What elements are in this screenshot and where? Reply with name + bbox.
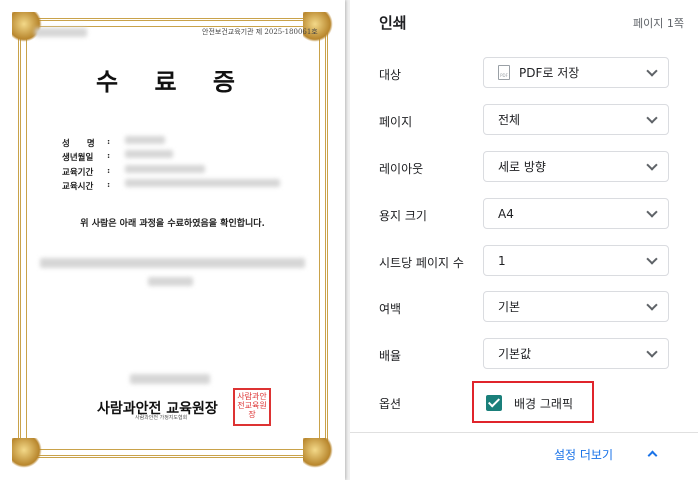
corner-ornament [12, 12, 42, 42]
chevron-down-icon [646, 299, 658, 311]
margins-label: 여백 [379, 302, 402, 316]
background-graphics-label[interactable]: 배경 그래픽 [514, 395, 573, 412]
corner-ornament [303, 438, 333, 468]
scale-value: 기본값 [498, 347, 532, 361]
chevron-down-icon [646, 253, 658, 265]
chevron-down-icon [646, 159, 658, 171]
certificate-statement: 위 사람은 아래 과정을 수료하였음을 확인합니다. [80, 219, 265, 229]
destination-value: PDF로 저장 [519, 66, 580, 80]
page-count: 페이지 1쪽 [633, 17, 684, 30]
pages-per-sheet-value: 1 [498, 253, 506, 268]
field-name: 성 명: [62, 137, 111, 149]
chevron-down-icon [646, 112, 658, 124]
scale-label: 배율 [379, 349, 402, 363]
margins-select[interactable]: 기본 [483, 291, 669, 322]
scale-select[interactable]: 기본값 [483, 338, 669, 369]
redacted-text [35, 28, 87, 37]
chevron-down-icon [646, 65, 658, 77]
chevron-down-icon [646, 346, 658, 358]
certificate-title: 수 료 증 [96, 67, 249, 96]
layout-select[interactable]: 세로 방향 [483, 151, 669, 182]
pages-value: 전체 [498, 113, 521, 127]
field-label: 생년월일 [62, 153, 94, 163]
field-period: 교육기간: [62, 166, 111, 178]
print-settings-panel: 인쇄 페이지 1쪽 대상 PDF PDF로 저장 페이지 전체 레이아웃 세로 … [350, 0, 698, 480]
panel-title: 인쇄 [379, 14, 407, 32]
paper-size-label: 용지 크기 [379, 209, 427, 223]
chevron-up-icon[interactable] [647, 450, 658, 461]
layout-value: 세로 방향 [498, 160, 546, 174]
field-label: 교육시간 [62, 182, 94, 192]
options-label: 옵션 [379, 397, 402, 411]
field-label: 교육기간 [62, 168, 94, 178]
official-seal: 사람과안전교육원장 [233, 388, 271, 426]
paper-size-select[interactable]: A4 [483, 198, 669, 229]
pages-select[interactable]: 전체 [483, 104, 669, 135]
issuer-subtitle: 사람과안전 가정지도협회 [135, 415, 188, 421]
redacted-text [40, 258, 305, 268]
pages-per-sheet-label: 시트당 페이지 수 [379, 256, 464, 270]
background-graphics-highlight: 배경 그래픽 [472, 381, 594, 423]
print-preview-area: 안전보건교육기관 제 2025-180061호 수 료 증 성 명: 생년월일:… [0, 0, 350, 480]
more-settings-link[interactable]: 설정 더보기 [554, 446, 613, 463]
pages-label: 페이지 [379, 115, 413, 129]
destination-select[interactable]: PDF PDF로 저장 [483, 57, 669, 88]
divider [350, 432, 698, 433]
redacted-text [125, 165, 205, 173]
background-graphics-checkbox[interactable] [486, 395, 502, 411]
field-hours: 교육시간: [62, 180, 111, 192]
corner-ornament [12, 438, 42, 468]
redacted-text [125, 136, 165, 144]
field-label: 성 명 [62, 139, 95, 149]
pdf-icon: PDF [498, 65, 510, 80]
redacted-text [130, 374, 210, 384]
paper-size-value: A4 [498, 206, 514, 221]
field-birthdate: 생년월일: [62, 151, 111, 163]
destination-label: 대상 [379, 68, 402, 82]
redacted-text [148, 277, 193, 286]
certificate-serial: 안전보건교육기관 제 2025-180061호 [202, 28, 318, 36]
redacted-text [125, 150, 173, 158]
chevron-down-icon [646, 206, 658, 218]
redacted-text [125, 179, 280, 187]
margins-value: 기본 [498, 300, 521, 314]
certificate-page: 안전보건교육기관 제 2025-180061호 수 료 증 성 명: 생년월일:… [0, 0, 345, 480]
layout-label: 레이아웃 [379, 162, 424, 176]
pages-per-sheet-select[interactable]: 1 [483, 245, 669, 276]
